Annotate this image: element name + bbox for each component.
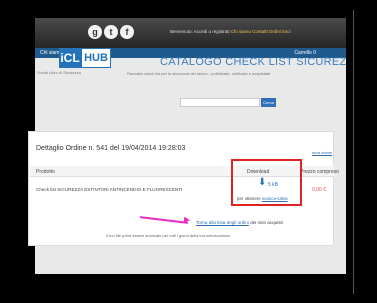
product-price: 0,00 € <box>312 187 326 193</box>
top-welcome-message: Benvenuto: Accedi o registrati Chi siamo… <box>170 29 291 34</box>
logo-icl: iCL <box>59 48 81 68</box>
link-chi-siamo[interactable]: Chi siamo <box>231 29 251 34</box>
top-bar: g t f Benvenuto: Accedi o registrati Chi… <box>35 18 346 48</box>
download-validity-note: Il tuo file potrà essere scaricato per t… <box>106 233 231 238</box>
frame-divider <box>353 10 354 294</box>
orders-message-text: dei miei acquisti <box>248 220 283 225</box>
welcome-text: Benvenuto: Accedi o registrati <box>170 29 230 34</box>
logo-tagline: Social Libro di Sicurezza <box>37 70 81 75</box>
search-button[interactable]: Cerca <box>261 98 276 107</box>
orders-list-link[interactable]: Torna alla lista degli ordini <box>196 220 249 225</box>
page-subtitle: Raccolta check list per la sicurezza del… <box>127 71 271 76</box>
link-esci[interactable]: Esci <box>282 29 291 34</box>
search-input[interactable] <box>180 98 260 107</box>
page-title: CATALOGO CHECK LIST SICUREZZA LAVORO <box>160 56 346 68</box>
column-price: Prezzo compreso <box>300 169 339 175</box>
product-name[interactable]: Check list SICUREZZA ESTINTORI ANTINCEND… <box>36 187 182 192</box>
orders-message: Torna alla lista degli ordini dei miei a… <box>196 220 283 225</box>
annotation-arrowhead <box>183 216 191 224</box>
facebook-icon[interactable]: f <box>120 25 134 39</box>
column-product: Prodotto <box>36 169 55 175</box>
logo-hub: HUB <box>81 48 111 68</box>
link-contatti[interactable]: Contatti <box>252 29 268 34</box>
account-link[interactable]: area utente <box>312 150 332 155</box>
google-icon[interactable]: g <box>88 25 102 39</box>
order-title: Dettaglio Ordine n. 541 del 19/04/2014 1… <box>36 145 186 152</box>
twitter-icon[interactable]: t <box>104 25 118 39</box>
link-ordini[interactable]: Ordini <box>269 29 281 34</box>
highlight-box <box>231 159 302 206</box>
